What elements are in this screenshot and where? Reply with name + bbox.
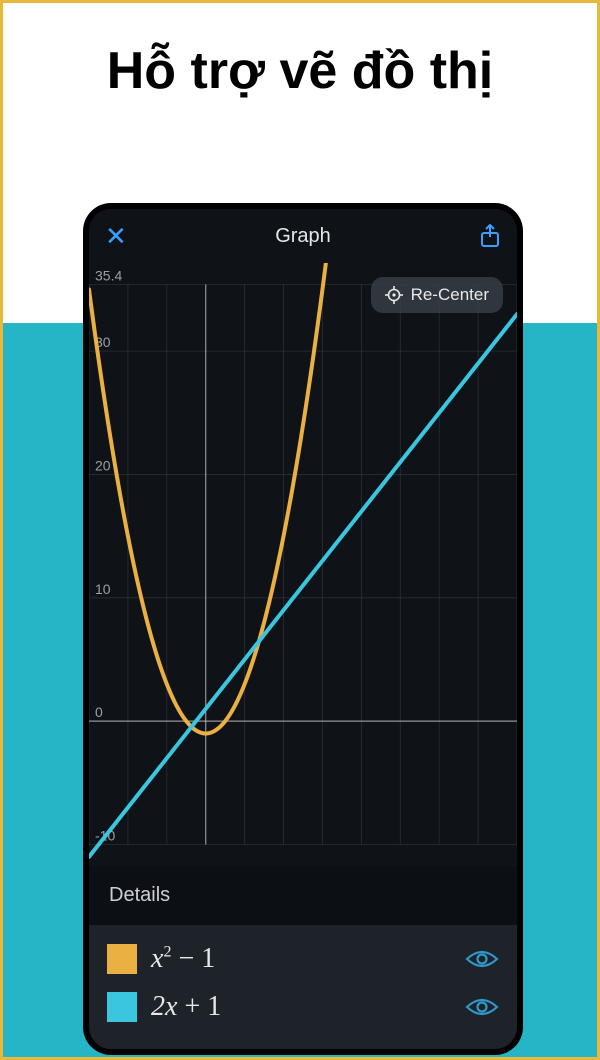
graph-topbar: ✕ Graph [89, 209, 517, 263]
svg-text:35.4: 35.4 [95, 268, 122, 284]
phone-frame: ✕ Graph -10010203035.4 [83, 203, 523, 1055]
legend-swatch [107, 944, 137, 974]
share-icon[interactable] [471, 224, 501, 248]
svg-text:10: 10 [95, 581, 111, 597]
topbar-title: Graph [275, 225, 331, 248]
close-icon[interactable]: ✕ [105, 221, 135, 252]
promo-title: Hỗ trợ vẽ đồ thị [3, 3, 597, 131]
legend-panel: x2 − 1 2x + 1 [89, 925, 517, 1049]
legend-formula: 2x + 1 [151, 991, 451, 1023]
legend-formula: x2 − 1 [151, 943, 451, 975]
visibility-eye-icon[interactable] [465, 948, 499, 970]
legend-swatch [107, 992, 137, 1022]
recenter-button[interactable]: Re-Center [371, 277, 503, 313]
legend-row: 2x + 1 [107, 983, 499, 1031]
visibility-eye-icon[interactable] [465, 996, 499, 1018]
graph-canvas[interactable]: -10010203035.4 Re-Center [89, 263, 517, 866]
recenter-label: Re-Center [411, 285, 489, 305]
details-header[interactable]: Details [89, 866, 517, 925]
legend-row: x2 − 1 [107, 935, 499, 983]
graph-svg: -10010203035.4 [89, 263, 517, 866]
crosshair-icon [385, 286, 403, 304]
svg-text:20: 20 [95, 457, 111, 473]
phone-screen: ✕ Graph -10010203035.4 [89, 209, 517, 1049]
svg-text:0: 0 [95, 704, 103, 720]
